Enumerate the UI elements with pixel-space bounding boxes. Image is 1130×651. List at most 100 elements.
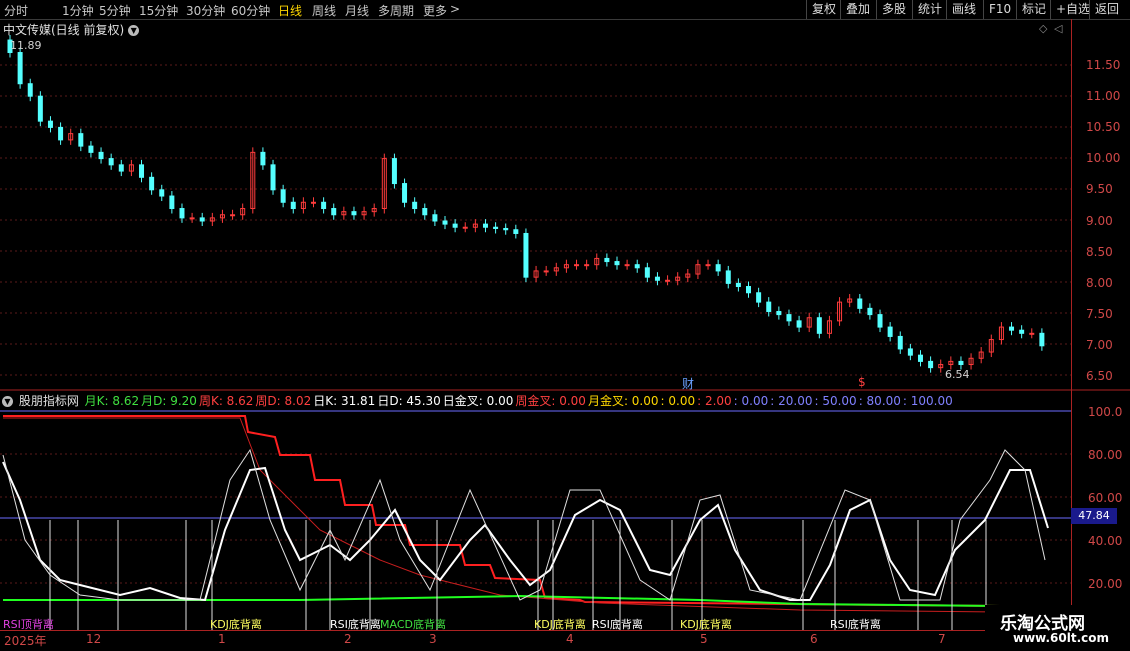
- candle-body: [169, 195, 175, 210]
- indicator-tick: 20.00: [1088, 577, 1123, 591]
- candle-body: [584, 264, 590, 267]
- candle-body: [88, 145, 94, 153]
- indicator-value: 周K: 8.62: [198, 394, 254, 408]
- low-price-label: 6.54: [945, 368, 970, 381]
- watermark-url: www.60lt.com: [1013, 631, 1110, 645]
- candle-body: [917, 354, 923, 362]
- indicator-value: : 50.00: [814, 394, 857, 408]
- indicator-tick: 100.0: [1088, 405, 1123, 419]
- candle-body: [17, 52, 23, 85]
- date-tick: 7: [938, 632, 946, 646]
- indicator-value: : 80.00: [858, 394, 901, 408]
- indicator-value: 月K: 8.62: [84, 394, 140, 408]
- candle-body: [482, 223, 488, 228]
- indicator-value: 月D: 9.20: [141, 394, 197, 408]
- indicator-tick: 60.00: [1088, 491, 1123, 505]
- candle-body: [159, 189, 165, 197]
- candle-body: [98, 151, 104, 160]
- candle-body: [1039, 332, 1045, 347]
- candle-body: [503, 227, 509, 231]
- date-tick: 1: [218, 632, 226, 646]
- candle-body: [1009, 326, 1015, 331]
- candle-body: [493, 226, 499, 229]
- price-tick: 11.00: [1086, 89, 1121, 103]
- candle-body: [442, 220, 448, 225]
- date-axis: [0, 630, 1071, 651]
- price-tick: 11.50: [1086, 58, 1121, 72]
- candle-body: [280, 189, 286, 203]
- date-tick: 5: [700, 632, 708, 646]
- candle-body: [776, 310, 782, 316]
- price-tick: 6.50: [1086, 369, 1113, 383]
- candle-body: [149, 176, 155, 191]
- indicator-tick: 40.00: [1088, 534, 1123, 548]
- candle-body: [857, 298, 863, 309]
- price-tick: 9.50: [1086, 182, 1113, 196]
- indicator-value: : 0.00: [660, 394, 696, 408]
- candle-body: [351, 211, 357, 216]
- candle-body: [665, 279, 671, 282]
- price-tick: 7.50: [1086, 307, 1113, 321]
- candle-body: [756, 292, 762, 303]
- indicator-value: : 2.00: [697, 394, 732, 408]
- candle-body: [796, 320, 802, 328]
- candle-body: [108, 158, 114, 166]
- price-tick: 7.00: [1086, 338, 1113, 352]
- price-tick: 10.50: [1086, 120, 1121, 134]
- finance-marker[interactable]: 财: [682, 375, 694, 392]
- candle-body: [118, 164, 124, 172]
- candle-body: [735, 282, 741, 288]
- candle-body: [634, 264, 640, 269]
- candle-body: [270, 164, 276, 191]
- indicator-value: 日D: 45.30: [377, 394, 441, 408]
- candle-body: [310, 201, 316, 204]
- chart-canvas: [0, 35, 1130, 630]
- candle-body: [432, 214, 438, 222]
- candle-body: [543, 270, 549, 273]
- candle-body: [867, 307, 873, 316]
- candle-body: [391, 158, 397, 185]
- candle-body: [766, 301, 772, 312]
- date-tick: 3: [429, 632, 437, 646]
- dividend-marker[interactable]: $: [858, 375, 866, 389]
- indicator-value: : 100.00: [902, 394, 953, 408]
- indicator-dropdown-icon[interactable]: ▼: [2, 396, 13, 407]
- candle-body: [907, 348, 913, 356]
- candle-body: [290, 201, 296, 210]
- indicator-value: 日K: 31.81: [313, 394, 376, 408]
- candle-body: [422, 208, 428, 216]
- indicator-header: ▼ 股朋指标网 月K: 8.62 月D: 9.20 周K: 8.62 周D: 8.02…: [2, 392, 957, 409]
- candle-body: [624, 264, 630, 267]
- candle-body: [27, 83, 33, 97]
- candle-body: [462, 226, 468, 229]
- candle-body: [230, 214, 236, 217]
- candle-body: [189, 217, 195, 220]
- high-price-label: 11.89: [10, 39, 42, 52]
- indicator-name[interactable]: 股朋指标网: [19, 394, 79, 408]
- price-tick: 8.50: [1086, 245, 1113, 259]
- candle-body: [725, 270, 731, 284]
- candle-body: [513, 229, 519, 234]
- candle-body: [402, 183, 408, 203]
- candle-body: [604, 257, 610, 263]
- candle-body: [958, 360, 964, 366]
- date-tick: 12: [86, 632, 102, 646]
- candle-body: [452, 223, 458, 228]
- date-tick: 6: [810, 632, 818, 646]
- date-tick: 2: [344, 632, 352, 646]
- candle-body: [614, 261, 620, 266]
- candle-body: [331, 208, 337, 216]
- candle-body: [897, 335, 903, 350]
- price-tick: 9.00: [1086, 214, 1113, 228]
- candle-body: [644, 267, 650, 278]
- candle-body: [786, 314, 792, 322]
- candle-body: [705, 264, 711, 267]
- candle-body: [746, 286, 752, 294]
- candle-body: [78, 133, 84, 147]
- indicator-value: 月金叉: 0.00: [587, 394, 659, 408]
- date-tick: 4: [566, 632, 574, 646]
- indicator-value: : 0.00: [733, 394, 769, 408]
- candle-body: [1019, 329, 1025, 334]
- price-tick: 10.00: [1086, 151, 1121, 165]
- candle-body: [523, 232, 529, 278]
